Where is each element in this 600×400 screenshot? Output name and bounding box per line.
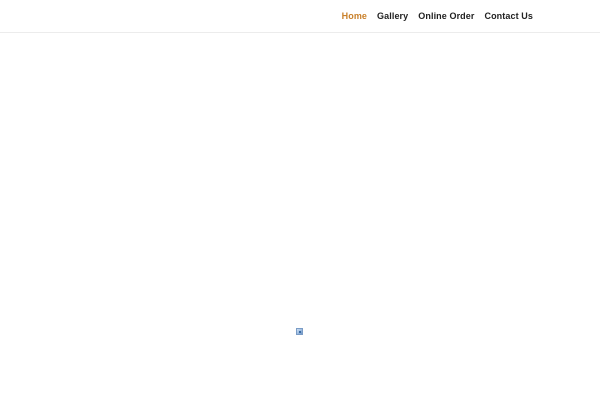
nav-link-home[interactable]: Home [342, 11, 367, 21]
nav-link-contact-us[interactable]: Contact Us [484, 11, 533, 21]
page: Home Gallery Online Order Contact Us [0, 0, 600, 400]
main-nav: Home Gallery Online Order Contact Us [342, 0, 533, 32]
nav-link-online-order[interactable]: Online Order [418, 11, 474, 21]
main-content [0, 33, 600, 400]
nav-link-gallery[interactable]: Gallery [377, 11, 408, 21]
broken-image-icon [296, 328, 303, 335]
site-header: Home Gallery Online Order Contact Us [0, 0, 600, 33]
